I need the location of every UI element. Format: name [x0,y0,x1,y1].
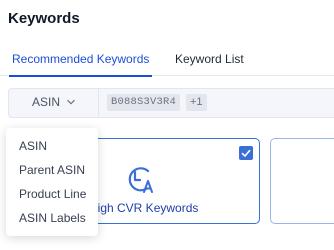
chevron-down-icon [67,99,75,105]
check-icon [241,149,251,158]
dropdown-option-product-line[interactable]: Product Line [19,187,86,201]
asin-filter-bar: ASIN B088S3V3R4 +1 [8,88,334,118]
tab-label: Keyword List [175,52,244,66]
active-tab-indicator [9,75,153,77]
card-checkbox[interactable] [239,146,253,160]
tab-recommended-keywords[interactable]: Recommended Keywords [9,44,153,77]
page-title: Keywords [8,10,80,27]
card-title: High CVR Keywords [89,201,199,215]
select-value: ASIN [32,95,61,109]
asin-tag[interactable]: B088S3V3R4 [107,94,181,111]
asin-type-select[interactable]: ASIN [9,89,99,117]
tab-label: Recommended Keywords [12,52,150,66]
tab-bar: Recommended Keywords Keyword List [0,44,334,77]
tab-keyword-list[interactable]: Keyword List [175,44,244,76]
asin-type-dropdown: ASIN Parent ASIN Product Line ASIN Label… [6,128,98,236]
dropdown-option-asin[interactable]: ASIN [19,139,47,153]
more-tags-badge[interactable]: +1 [186,94,207,111]
dropdown-option-parent-asin[interactable]: Parent ASIN [19,163,85,177]
dropdown-option-asin-labels[interactable]: ASIN Labels [19,211,86,225]
next-keyword-card[interactable] [270,138,334,224]
high-cvr-keywords-card[interactable]: High CVR Keywords [80,138,260,224]
cvr-icon [128,167,153,193]
